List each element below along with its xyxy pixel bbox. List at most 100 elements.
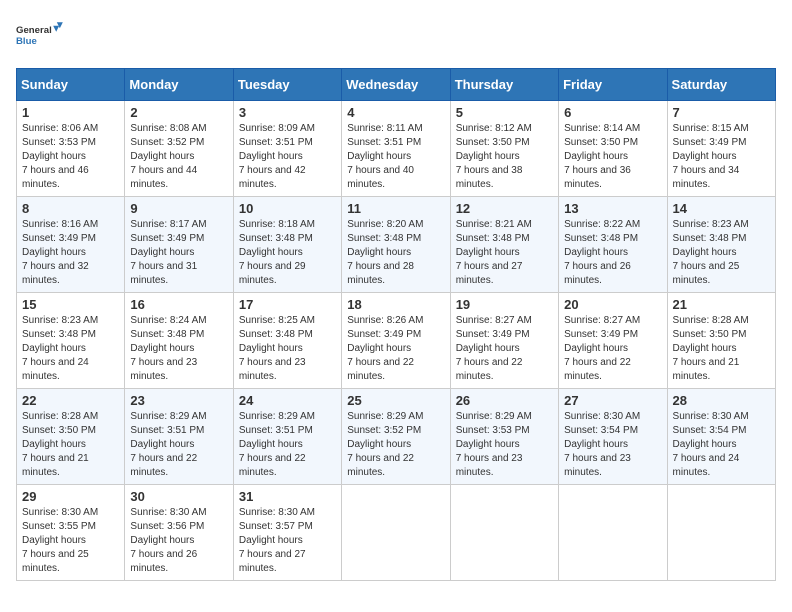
calendar-cell: 6 Sunrise: 8:14 AM Sunset: 3:50 PM Dayli… xyxy=(559,101,667,197)
day-info: Sunrise: 8:22 AM Sunset: 3:48 PM Dayligh… xyxy=(564,218,661,288)
day-number: 5 xyxy=(456,105,553,120)
calendar-cell xyxy=(342,485,450,581)
calendar-cell: 8 Sunrise: 8:16 AM Sunset: 3:49 PM Dayli… xyxy=(17,197,125,293)
header: General Blue xyxy=(16,16,776,56)
day-number: 22 xyxy=(22,393,119,408)
day-info: Sunrise: 8:30 AM Sunset: 3:55 PM Dayligh… xyxy=(22,506,119,576)
day-info: Sunrise: 8:25 AM Sunset: 3:48 PM Dayligh… xyxy=(239,314,336,384)
calendar-cell: 21 Sunrise: 8:28 AM Sunset: 3:50 PM Dayl… xyxy=(667,293,775,389)
day-info: Sunrise: 8:20 AM Sunset: 3:48 PM Dayligh… xyxy=(347,218,444,288)
calendar-cell: 12 Sunrise: 8:21 AM Sunset: 3:48 PM Dayl… xyxy=(450,197,558,293)
calendar-cell: 27 Sunrise: 8:30 AM Sunset: 3:54 PM Dayl… xyxy=(559,389,667,485)
day-number: 9 xyxy=(130,201,227,216)
calendar-cell: 23 Sunrise: 8:29 AM Sunset: 3:51 PM Dayl… xyxy=(125,389,233,485)
day-info: Sunrise: 8:18 AM Sunset: 3:48 PM Dayligh… xyxy=(239,218,336,288)
logo: General Blue xyxy=(16,16,64,56)
day-info: Sunrise: 8:21 AM Sunset: 3:48 PM Dayligh… xyxy=(456,218,553,288)
calendar-cell: 19 Sunrise: 8:27 AM Sunset: 3:49 PM Dayl… xyxy=(450,293,558,389)
calendar-cell: 14 Sunrise: 8:23 AM Sunset: 3:48 PM Dayl… xyxy=(667,197,775,293)
calendar-header-row: SundayMondayTuesdayWednesdayThursdayFrid… xyxy=(17,69,776,101)
day-number: 7 xyxy=(673,105,770,120)
col-header-thursday: Thursday xyxy=(450,69,558,101)
calendar-week-3: 15 Sunrise: 8:23 AM Sunset: 3:48 PM Dayl… xyxy=(17,293,776,389)
day-number: 13 xyxy=(564,201,661,216)
calendar-cell: 25 Sunrise: 8:29 AM Sunset: 3:52 PM Dayl… xyxy=(342,389,450,485)
day-number: 6 xyxy=(564,105,661,120)
day-info: Sunrise: 8:14 AM Sunset: 3:50 PM Dayligh… xyxy=(564,122,661,192)
day-number: 8 xyxy=(22,201,119,216)
day-info: Sunrise: 8:28 AM Sunset: 3:50 PM Dayligh… xyxy=(673,314,770,384)
day-info: Sunrise: 8:12 AM Sunset: 3:50 PM Dayligh… xyxy=(456,122,553,192)
day-number: 25 xyxy=(347,393,444,408)
day-number: 30 xyxy=(130,489,227,504)
day-number: 21 xyxy=(673,297,770,312)
day-number: 29 xyxy=(22,489,119,504)
day-number: 24 xyxy=(239,393,336,408)
day-info: Sunrise: 8:30 AM Sunset: 3:57 PM Dayligh… xyxy=(239,506,336,576)
col-header-monday: Monday xyxy=(125,69,233,101)
day-info: Sunrise: 8:30 AM Sunset: 3:56 PM Dayligh… xyxy=(130,506,227,576)
day-number: 26 xyxy=(456,393,553,408)
day-number: 28 xyxy=(673,393,770,408)
day-info: Sunrise: 8:27 AM Sunset: 3:49 PM Dayligh… xyxy=(564,314,661,384)
calendar-cell: 18 Sunrise: 8:26 AM Sunset: 3:49 PM Dayl… xyxy=(342,293,450,389)
calendar-cell: 15 Sunrise: 8:23 AM Sunset: 3:48 PM Dayl… xyxy=(17,293,125,389)
calendar-cell: 31 Sunrise: 8:30 AM Sunset: 3:57 PM Dayl… xyxy=(233,485,341,581)
logo-svg: General Blue xyxy=(16,16,64,56)
day-number: 1 xyxy=(22,105,119,120)
day-info: Sunrise: 8:24 AM Sunset: 3:48 PM Dayligh… xyxy=(130,314,227,384)
day-number: 18 xyxy=(347,297,444,312)
day-number: 11 xyxy=(347,201,444,216)
day-info: Sunrise: 8:17 AM Sunset: 3:49 PM Dayligh… xyxy=(130,218,227,288)
svg-text:General: General xyxy=(16,25,52,36)
day-info: Sunrise: 8:08 AM Sunset: 3:52 PM Dayligh… xyxy=(130,122,227,192)
day-number: 23 xyxy=(130,393,227,408)
calendar-cell: 28 Sunrise: 8:30 AM Sunset: 3:54 PM Dayl… xyxy=(667,389,775,485)
calendar-cell xyxy=(450,485,558,581)
day-number: 12 xyxy=(456,201,553,216)
calendar-cell: 26 Sunrise: 8:29 AM Sunset: 3:53 PM Dayl… xyxy=(450,389,558,485)
day-number: 2 xyxy=(130,105,227,120)
calendar-week-2: 8 Sunrise: 8:16 AM Sunset: 3:49 PM Dayli… xyxy=(17,197,776,293)
col-header-saturday: Saturday xyxy=(667,69,775,101)
day-number: 14 xyxy=(673,201,770,216)
col-header-sunday: Sunday xyxy=(17,69,125,101)
day-info: Sunrise: 8:16 AM Sunset: 3:49 PM Dayligh… xyxy=(22,218,119,288)
day-info: Sunrise: 8:30 AM Sunset: 3:54 PM Dayligh… xyxy=(564,410,661,480)
calendar-week-1: 1 Sunrise: 8:06 AM Sunset: 3:53 PM Dayli… xyxy=(17,101,776,197)
day-number: 19 xyxy=(456,297,553,312)
day-number: 31 xyxy=(239,489,336,504)
day-info: Sunrise: 8:29 AM Sunset: 3:51 PM Dayligh… xyxy=(130,410,227,480)
day-info: Sunrise: 8:23 AM Sunset: 3:48 PM Dayligh… xyxy=(22,314,119,384)
calendar-cell: 13 Sunrise: 8:22 AM Sunset: 3:48 PM Dayl… xyxy=(559,197,667,293)
day-info: Sunrise: 8:30 AM Sunset: 3:54 PM Dayligh… xyxy=(673,410,770,480)
svg-text:Blue: Blue xyxy=(16,36,37,47)
col-header-friday: Friday xyxy=(559,69,667,101)
calendar-cell: 5 Sunrise: 8:12 AM Sunset: 3:50 PM Dayli… xyxy=(450,101,558,197)
day-info: Sunrise: 8:29 AM Sunset: 3:51 PM Dayligh… xyxy=(239,410,336,480)
calendar-cell: 1 Sunrise: 8:06 AM Sunset: 3:53 PM Dayli… xyxy=(17,101,125,197)
calendar-cell: 17 Sunrise: 8:25 AM Sunset: 3:48 PM Dayl… xyxy=(233,293,341,389)
day-number: 20 xyxy=(564,297,661,312)
calendar-cell: 7 Sunrise: 8:15 AM Sunset: 3:49 PM Dayli… xyxy=(667,101,775,197)
day-number: 16 xyxy=(130,297,227,312)
calendar-cell: 2 Sunrise: 8:08 AM Sunset: 3:52 PM Dayli… xyxy=(125,101,233,197)
calendar-cell xyxy=(559,485,667,581)
day-info: Sunrise: 8:15 AM Sunset: 3:49 PM Dayligh… xyxy=(673,122,770,192)
col-header-wednesday: Wednesday xyxy=(342,69,450,101)
day-number: 10 xyxy=(239,201,336,216)
calendar-cell: 10 Sunrise: 8:18 AM Sunset: 3:48 PM Dayl… xyxy=(233,197,341,293)
day-info: Sunrise: 8:28 AM Sunset: 3:50 PM Dayligh… xyxy=(22,410,119,480)
day-number: 17 xyxy=(239,297,336,312)
day-info: Sunrise: 8:09 AM Sunset: 3:51 PM Dayligh… xyxy=(239,122,336,192)
day-number: 27 xyxy=(564,393,661,408)
calendar-cell: 4 Sunrise: 8:11 AM Sunset: 3:51 PM Dayli… xyxy=(342,101,450,197)
col-header-tuesday: Tuesday xyxy=(233,69,341,101)
calendar-week-5: 29 Sunrise: 8:30 AM Sunset: 3:55 PM Dayl… xyxy=(17,485,776,581)
day-number: 4 xyxy=(347,105,444,120)
day-info: Sunrise: 8:27 AM Sunset: 3:49 PM Dayligh… xyxy=(456,314,553,384)
day-info: Sunrise: 8:23 AM Sunset: 3:48 PM Dayligh… xyxy=(673,218,770,288)
day-info: Sunrise: 8:26 AM Sunset: 3:49 PM Dayligh… xyxy=(347,314,444,384)
calendar-cell: 24 Sunrise: 8:29 AM Sunset: 3:51 PM Dayl… xyxy=(233,389,341,485)
calendar-cell: 9 Sunrise: 8:17 AM Sunset: 3:49 PM Dayli… xyxy=(125,197,233,293)
